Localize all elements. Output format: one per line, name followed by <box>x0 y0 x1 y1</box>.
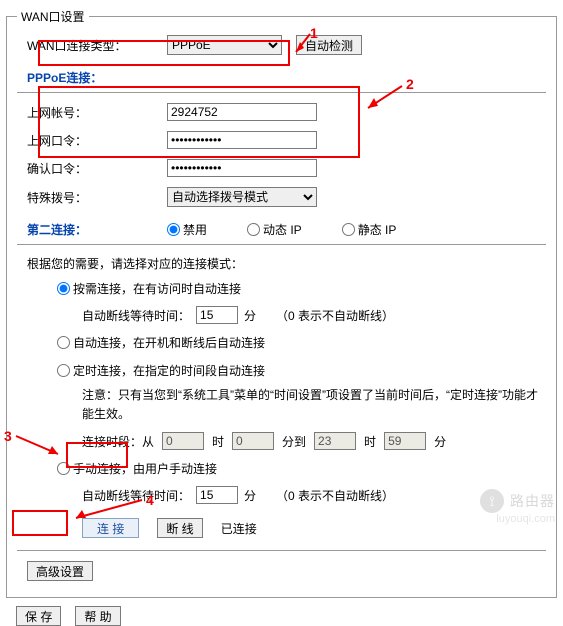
confirm-row: 确认口令： <box>17 159 546 177</box>
wan-type-label: WAN口连接类型： <box>17 37 167 54</box>
radio-static[interactable]: 静态 IP <box>342 221 397 238</box>
timed-note: 注意：只有当您到“系统工具”菜单的“时间设置”项设置了当前时间后，“定时连接”功… <box>82 386 546 424</box>
idle-label: 自动断线等待时间： <box>82 307 190 324</box>
account-input[interactable] <box>167 103 317 121</box>
status-text: 已连接 <box>221 520 257 537</box>
mode-auto-row: 自动连接，在开机和断线后自动连接 <box>57 334 546 352</box>
mode-hint: 根据您的需要，请选择对应的连接模式： <box>27 255 546 272</box>
radio-disable[interactable]: 禁用 <box>167 221 207 238</box>
divider <box>17 244 546 245</box>
mode-manual-row: 手动连接，由用户手动连接 <box>57 460 546 478</box>
radio-timed[interactable]: 定时连接，在指定的时间段自动连接 <box>57 362 265 379</box>
dial-mode-row: 特殊拨号： 自动选择拨号模式 <box>17 187 546 207</box>
save-button[interactable]: 保 存 <box>16 606 61 626</box>
idle-row-1: 自动断线等待时间： 分 （0 表示不自动断线） <box>82 306 546 324</box>
confirm-label: 确认口令： <box>17 160 167 177</box>
adv-row: 高级设置 <box>27 561 546 581</box>
confirm-input[interactable] <box>167 159 317 177</box>
radio-on-demand[interactable]: 按需连接，在有访问时自动连接 <box>57 280 241 297</box>
wan-type-row: WAN口连接类型： PPPoE 自动检测 <box>17 35 546 55</box>
account-row: 上网帐号： <box>17 103 546 121</box>
divider <box>17 550 546 551</box>
mode-on-demand-row: 按需连接，在有访问时自动连接 <box>57 280 546 298</box>
time-from-m <box>232 432 274 450</box>
help-button[interactable]: 帮 助 <box>75 606 120 626</box>
fieldset-legend: WAN口设置 <box>17 8 89 25</box>
password-row: 上网口令： <box>17 131 546 149</box>
watermark-sub: luyouqi.com <box>496 513 555 525</box>
radio-manual[interactable]: 手动连接，由用户手动连接 <box>57 460 217 477</box>
idle-input-1[interactable] <box>196 306 238 324</box>
account-label: 上网帐号： <box>17 104 167 121</box>
time-range-row: 连接时段：从 时 分到 时 分 <box>82 432 546 450</box>
dial-mode-label: 特殊拨号： <box>17 189 167 206</box>
idle-row-2: 自动断线等待时间： 分 （0 表示不自动断线） <box>82 486 546 504</box>
auto-detect-button[interactable]: 自动检测 <box>296 35 362 55</box>
divider <box>17 92 546 93</box>
footer-buttons: 保 存 帮 助 <box>16 606 563 626</box>
second-conn-row: 第二连接： 禁用 动态 IP 静态 IP <box>17 221 546 238</box>
disconnect-button[interactable]: 断 线 <box>157 518 202 538</box>
mode-timed-row: 定时连接，在指定的时间段自动连接 <box>57 362 546 380</box>
dial-mode-select[interactable]: 自动选择拨号模式 <box>167 187 317 207</box>
time-to-m <box>384 432 426 450</box>
wan-settings-fieldset: WAN口设置 WAN口连接类型： PPPoE 自动检测 PPPoE连接： 上网帐… <box>6 8 557 598</box>
password-label: 上网口令： <box>17 132 167 149</box>
password-input[interactable] <box>167 131 317 149</box>
connect-row: 连 接 断 线 已连接 <box>82 518 546 538</box>
watermark: ⟟ 路由器 <box>480 489 555 513</box>
second-conn-label: 第二连接： <box>17 221 167 238</box>
router-icon: ⟟ <box>480 489 504 513</box>
time-from-h <box>162 432 204 450</box>
radio-auto[interactable]: 自动连接，在开机和断线后自动连接 <box>57 334 265 351</box>
radio-dynamic[interactable]: 动态 IP <box>247 221 302 238</box>
connect-button[interactable]: 连 接 <box>82 518 139 538</box>
idle-note: （0 表示不自动断线） <box>276 307 394 324</box>
wan-type-select[interactable]: PPPoE <box>167 35 282 55</box>
idle-input-2[interactable] <box>196 486 238 504</box>
pppoe-section-title: PPPoE连接： <box>27 69 546 86</box>
time-to-h <box>314 432 356 450</box>
advanced-button[interactable]: 高级设置 <box>27 561 93 581</box>
